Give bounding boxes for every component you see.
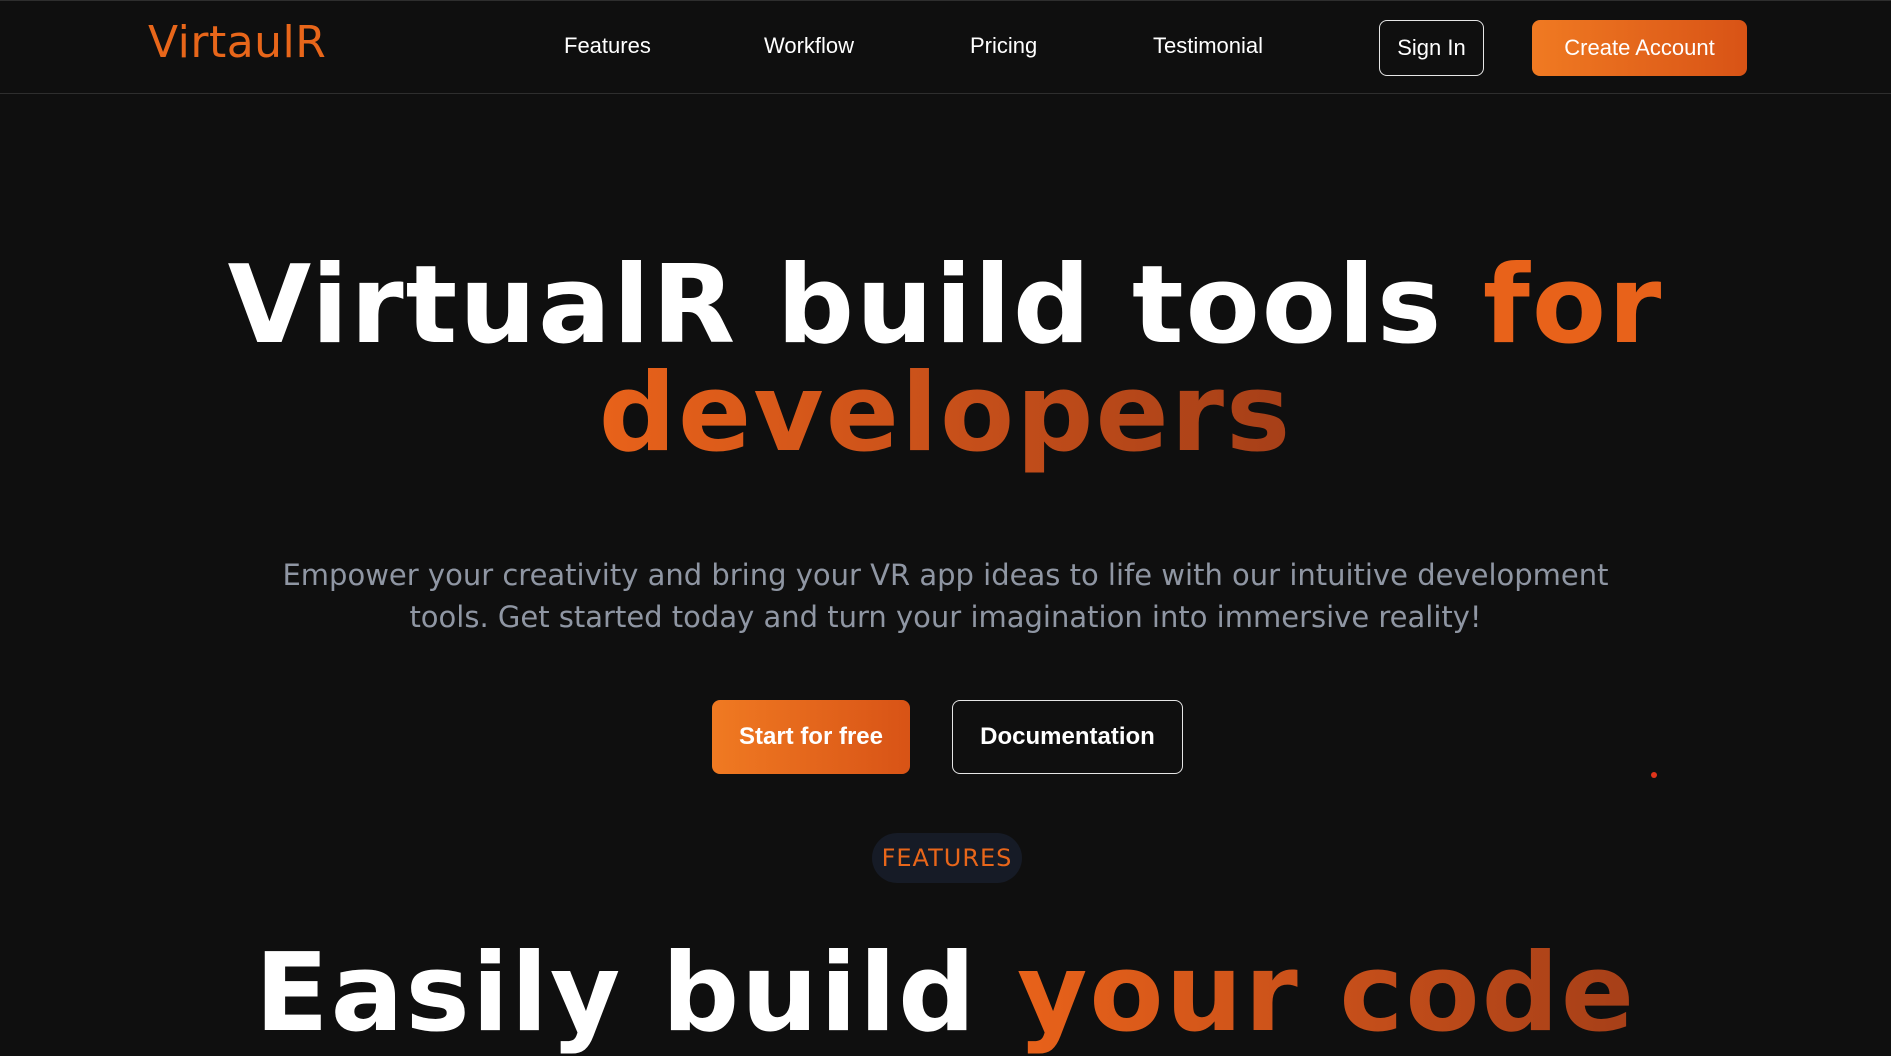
create-account-button[interactable]: Create Account — [1532, 20, 1747, 76]
hero-title: VirtualR build tools for developers — [0, 252, 1891, 468]
hero-title-accent-for: for — [1482, 243, 1664, 368]
hero-subtitle-line-2: tools. Get started today and turn your i… — [409, 600, 1482, 634]
hero-title-white: VirtualR build tools — [227, 243, 1483, 368]
start-for-free-button[interactable]: Start for free — [712, 700, 910, 774]
features-title-accent: your code — [1017, 931, 1637, 1056]
hero-title-accent-developers: developers — [598, 351, 1293, 476]
documentation-button[interactable]: Documentation — [952, 700, 1183, 774]
hero-subtitle-line-1: Empower your creativity and bring your V… — [282, 558, 1609, 592]
cursor-dot — [1651, 772, 1657, 778]
nav-link-testimonial[interactable]: Testimonial — [1153, 33, 1263, 59]
nav-link-features[interactable]: Features — [564, 33, 651, 59]
hero-title-line-1: VirtualR build tools for — [0, 252, 1891, 360]
hero-title-line-2: developers — [0, 360, 1891, 468]
top-navbar: VirtaulR Features Workflow Pricing Testi… — [0, 0, 1891, 94]
nav-link-pricing[interactable]: Pricing — [970, 33, 1037, 59]
nav-link-workflow[interactable]: Workflow — [764, 33, 854, 59]
features-badge: FEATURES — [872, 833, 1022, 883]
hero-subtitle: Empower your creativity and bring your V… — [0, 554, 1891, 638]
features-title-white: Easily build — [254, 931, 1017, 1056]
sign-in-button[interactable]: Sign In — [1379, 20, 1484, 76]
features-title: Easily build your code — [0, 940, 1891, 1048]
